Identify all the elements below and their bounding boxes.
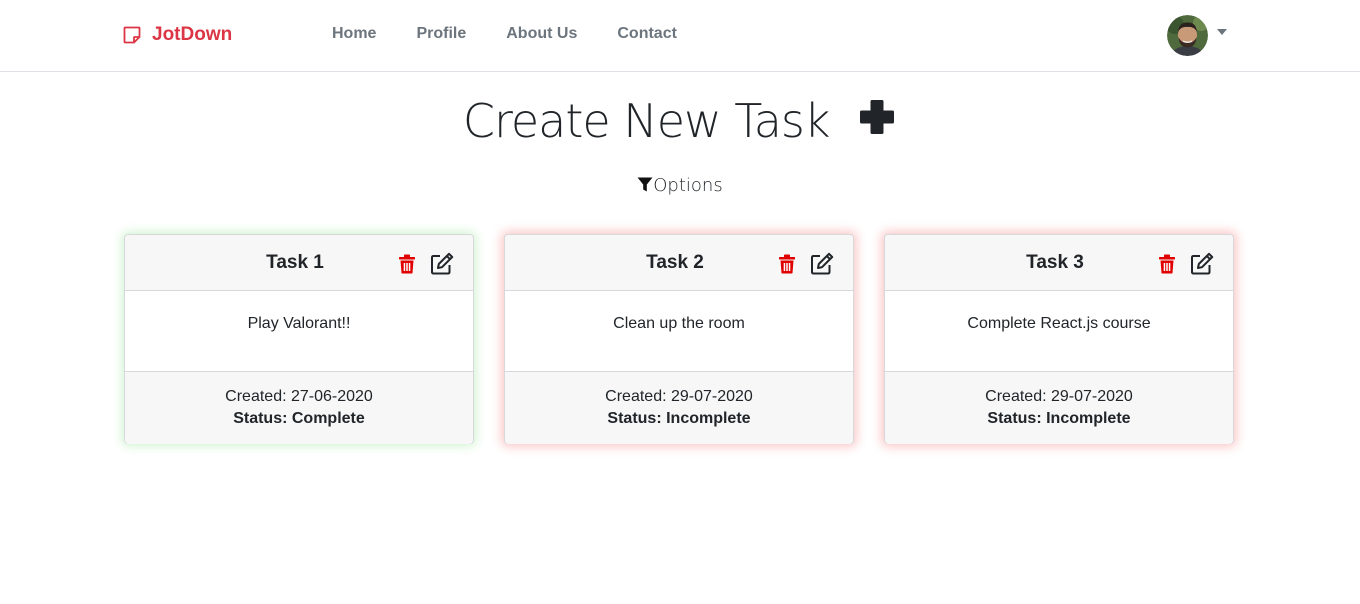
task-card-footer: Created: 27-06-2020 Status: Complete [125,371,473,444]
task-card: Task 3 Complete React.js course Created:… [884,234,1234,444]
trash-icon[interactable] [398,254,416,274]
nav-link-home[interactable]: Home [312,25,396,43]
task-created-date: Created: 29-07-2020 [605,388,753,405]
filter-icon [637,177,653,192]
user-menu-toggle[interactable] [1167,15,1227,56]
task-description: Clean up the room [613,315,745,332]
plus-icon[interactable] [857,97,897,137]
task-card-header: Task 2 [505,235,853,291]
task-card-footer: Created: 29-07-2020 Status: Incomplete [885,371,1233,444]
task-card-header: Task 3 [885,235,1233,291]
edit-icon[interactable] [430,252,454,275]
avatar[interactable] [1167,15,1208,56]
task-description: Complete React.js course [967,315,1151,332]
task-created-date: Created: 27-06-2020 [225,388,373,405]
page-title-text: Create New Task [462,93,831,148]
task-card-footer: Created: 29-07-2020 Status: Incomplete [505,371,853,444]
task-status: Status: Incomplete [607,410,751,427]
nav-links: Home Profile About Us Contact [312,25,697,43]
navbar: JotDown Home Profile About Us Contact [0,0,1360,72]
trash-icon[interactable] [1158,254,1176,274]
page-title: Create New Task [0,90,1360,148]
edit-icon[interactable] [810,252,834,275]
task-card: Task 2 Clean up the room Created: 29-07-… [504,234,854,444]
chevron-down-icon[interactable] [1217,28,1227,35]
task-card-header: Task 1 [125,235,473,291]
task-created-date: Created: 29-07-2020 [985,388,1133,405]
task-card: Task 1 Play Valorant!! Created: 27-06-20… [124,234,474,444]
nav-link-profile[interactable]: Profile [396,25,486,43]
brand-name: JotDown [152,24,233,45]
task-status: Status: Complete [233,410,365,427]
trash-icon[interactable] [778,254,796,274]
edit-icon[interactable] [1190,252,1214,275]
note-icon [123,26,141,44]
task-description: Play Valorant!! [247,315,351,332]
task-status: Status: Incomplete [987,410,1131,427]
nav-link-about-us[interactable]: About Us [486,25,597,43]
nav-link-contact[interactable]: Contact [597,25,697,43]
options-label: Options [653,175,723,196]
options-button[interactable]: Options [0,175,1360,196]
brand-link[interactable]: JotDown [122,24,232,46]
